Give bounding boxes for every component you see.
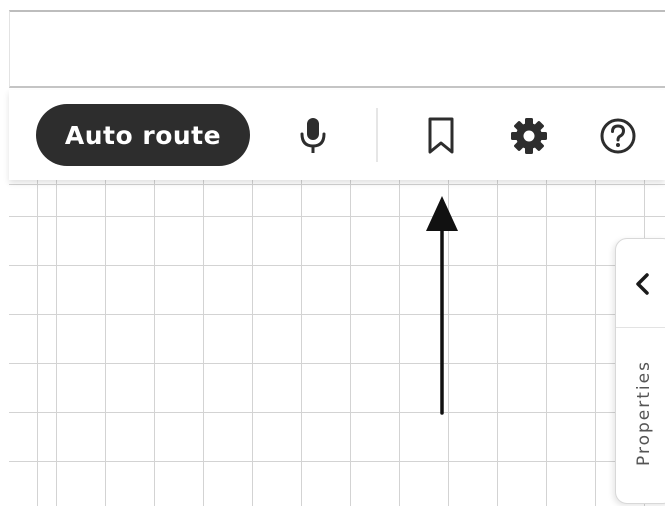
top-strip xyxy=(9,10,665,88)
toolbar-divider xyxy=(376,108,378,162)
grid-canvas[interactable] xyxy=(9,180,665,506)
chevron-left-icon[interactable] xyxy=(628,269,658,299)
properties-tab[interactable]: Properties xyxy=(622,339,665,489)
toolbar: Auto route xyxy=(9,90,665,180)
microphone-icon[interactable] xyxy=(291,114,335,158)
auto-route-button[interactable]: Auto route xyxy=(36,104,250,166)
arrow-up-icon xyxy=(420,190,464,424)
properties-tab-label: Properties xyxy=(634,360,654,466)
bookmark-icon[interactable] xyxy=(419,114,463,158)
panel-divider xyxy=(616,327,665,328)
help-icon[interactable] xyxy=(596,114,640,158)
properties-panel: Properties xyxy=(615,238,665,504)
gear-icon[interactable] xyxy=(507,114,551,158)
